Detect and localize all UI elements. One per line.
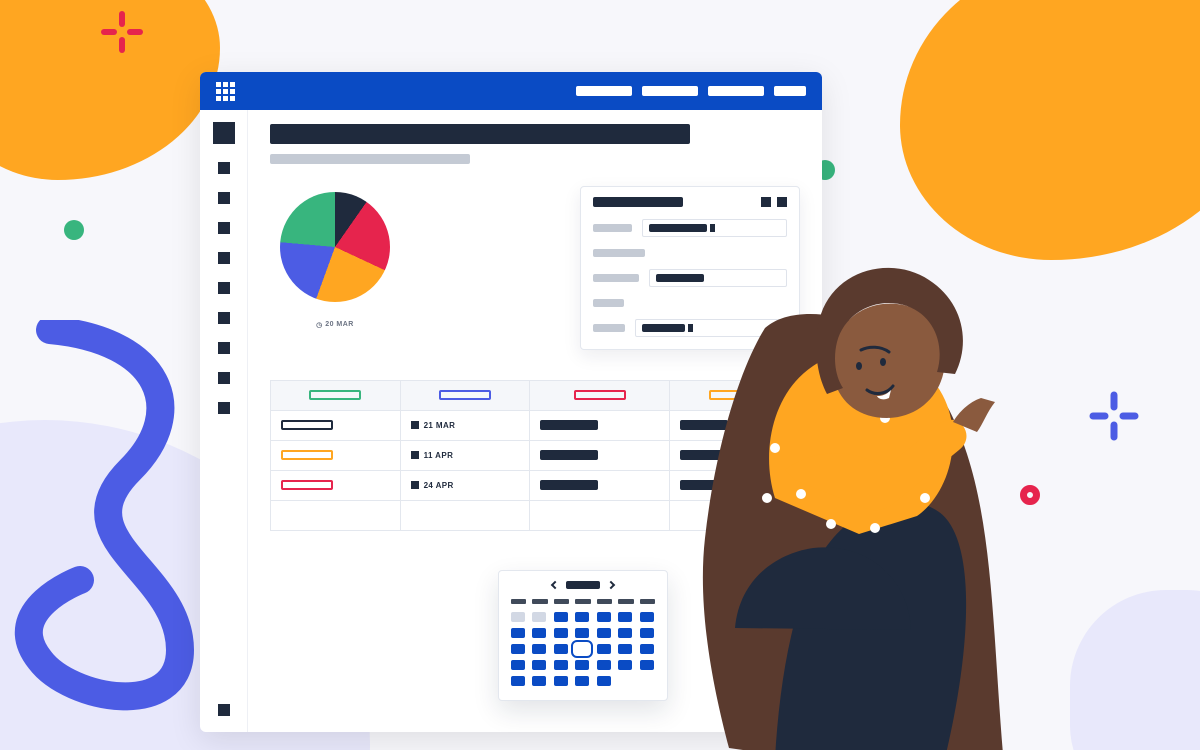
sidebar-item-3[interactable] [218,192,230,204]
calendar-day[interactable] [532,660,546,670]
card-row-label [593,324,625,332]
sidebar-item-8[interactable] [218,342,230,354]
pie-annotation: ◷ 20 MAR [270,320,400,328]
pie-chart [280,192,390,302]
calendar-day[interactable] [597,660,611,670]
calendar-day[interactable] [554,644,568,654]
pie-annotation-label: 20 MAR [325,321,354,328]
calendar-day[interactable] [554,660,568,670]
nav-item-2[interactable] [642,86,698,96]
sidebar-item-bottom[interactable] [218,704,230,716]
page-subtitle [270,154,470,164]
sidebar [200,110,248,732]
sidebar-item-7[interactable] [218,312,230,324]
calendar-day[interactable] [532,644,546,654]
status-chip [281,420,333,430]
status-chip [281,450,333,460]
calendar-day[interactable] [575,612,589,622]
sidebar-item-6[interactable] [218,282,230,294]
square-icon [411,481,419,489]
table-date-cell: 24 APR [400,471,530,501]
sidebar-item-1[interactable] [213,122,235,144]
calendar-day[interactable] [532,676,546,686]
sidebar-item-4[interactable] [218,222,230,234]
calendar-day[interactable] [575,676,589,686]
table-bar [540,450,598,460]
illustration-person [625,198,1105,750]
calendar-next-icon[interactable] [607,581,615,589]
calendar-day[interactable] [597,628,611,638]
calendar-day[interactable] [511,628,525,638]
square-icon [411,421,419,429]
nav-item-4[interactable] [774,86,806,96]
calendar-day[interactable] [575,644,589,654]
card-row-label [593,299,624,307]
table-header-cell[interactable] [400,381,530,411]
calendar-day[interactable] [532,628,546,638]
sidebar-item-2[interactable] [218,162,230,174]
titlebar [200,72,822,110]
decor-plus-red [100,10,144,54]
calendar-day[interactable] [575,628,589,638]
table-date-cell: 11 APR [400,441,530,471]
sidebar-item-5[interactable] [218,252,230,264]
status-chip [281,480,333,490]
calendar-month-label [566,581,600,589]
table-bar [540,420,598,430]
calendar-day[interactable] [511,676,525,686]
sidebar-item-9[interactable] [218,372,230,384]
calendar-day[interactable] [575,660,589,670]
calendar-day[interactable] [597,676,611,686]
table-header-cell[interactable] [271,381,401,411]
decor-dot-green-1 [64,220,84,240]
page-title [270,124,690,144]
sidebar-item-10[interactable] [218,402,230,414]
table-date-cell: 21 MAR [400,411,530,441]
calendar-day[interactable] [597,612,611,622]
titlebar-nav [576,86,806,96]
calendar-day[interactable] [554,676,568,686]
table-bar [540,480,598,490]
calendar-day[interactable] [511,612,525,622]
square-icon [411,451,419,459]
status-chip [309,390,361,400]
nav-item-1[interactable] [576,86,632,96]
clock-icon: ◷ [316,321,323,329]
status-chip [574,390,626,400]
calendar-day[interactable] [554,628,568,638]
status-chip [439,390,491,400]
calendar-day[interactable] [554,612,568,622]
calendar-day[interactable] [511,644,525,654]
pie-widget: ◷ 20 MAR [270,192,400,328]
calendar-day[interactable] [597,644,611,654]
app-launcher-icon[interactable] [216,82,234,100]
calendar-day[interactable] [532,612,546,622]
nav-item-3[interactable] [708,86,764,96]
calendar-prev-icon[interactable] [551,581,559,589]
calendar-day[interactable] [511,660,525,670]
